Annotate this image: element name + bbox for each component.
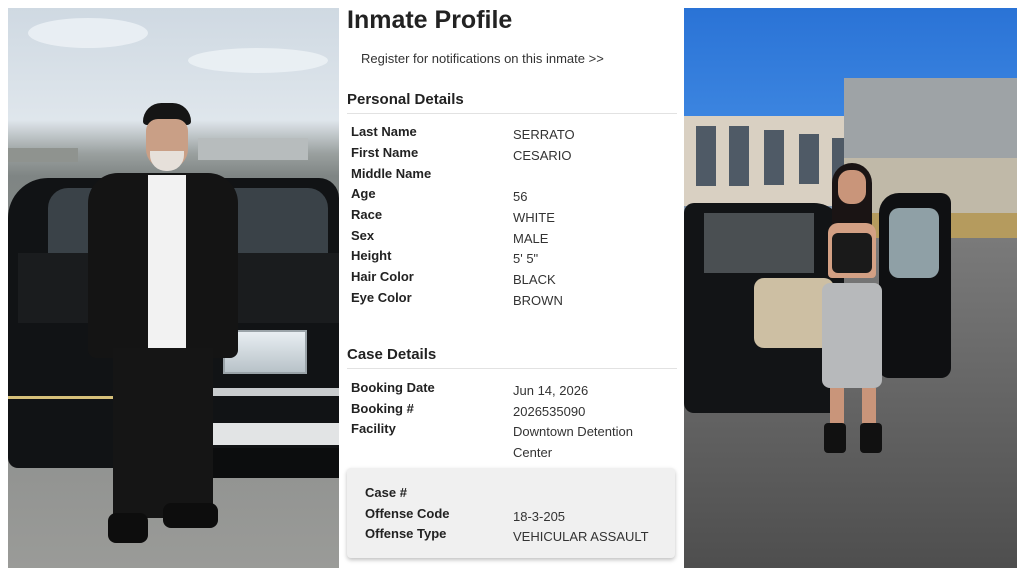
woman-figure [802, 158, 902, 458]
field-label: Booking Date [351, 380, 435, 395]
field-value: 5' 5" [513, 251, 539, 266]
field-value: 56 [513, 189, 528, 204]
field-case-number: Case # [365, 485, 685, 505]
left-photo-man-with-car [8, 8, 339, 568]
field-label: First Name [351, 145, 419, 160]
field-middle-name: Middle Name [351, 166, 671, 186]
field-value: SERRATO [513, 127, 575, 142]
field-height: Height 5' 5" [351, 248, 671, 268]
field-value: 2026535090 [513, 404, 586, 419]
field-value: Downtown Detention Center [513, 424, 633, 460]
field-age: Age 56 [351, 186, 671, 206]
field-value: CESARIO [513, 148, 572, 163]
field-last-name: Last Name SERRATO [351, 124, 671, 144]
field-label: Facility [351, 421, 396, 436]
field-value: BROWN [513, 293, 563, 308]
field-facility: Facility Downtown Detention Center [351, 421, 671, 463]
field-booking-number: Booking # 2026535090 [351, 401, 671, 421]
offense-box: Case # Offense Code 18-3-205 Offense Type… [347, 468, 675, 558]
personal-details-heading: Personal Details [347, 91, 677, 114]
field-value: BLACK [513, 272, 556, 287]
field-hair-color: Hair Color BLACK [351, 269, 671, 289]
field-offense-type: Offense Type VEHICULAR ASSAULT [365, 526, 685, 546]
field-booking-date: Booking Date Jun 14, 2026 [351, 380, 671, 400]
field-label: Last Name [351, 124, 417, 139]
field-label: Race [351, 207, 383, 222]
field-eye-color: Eye Color BROWN [351, 290, 671, 310]
field-label: Offense Type [365, 526, 447, 541]
field-offense-code: Offense Code 18-3-205 [365, 506, 685, 526]
field-label: Hair Color [351, 269, 414, 284]
field-label: Age [351, 186, 376, 201]
notifications-link[interactable]: Register for notifications on this inmat… [361, 51, 604, 66]
field-race: Race WHITE [351, 207, 671, 227]
page-title: Inmate Profile [347, 6, 513, 34]
man-figure [88, 103, 238, 553]
field-label: Height [351, 248, 392, 263]
field-label: Middle Name [351, 166, 432, 181]
field-value: Jun 14, 2026 [513, 383, 589, 398]
field-label: Booking # [351, 401, 414, 416]
field-label: Eye Color [351, 290, 412, 305]
field-label: Sex [351, 228, 375, 243]
right-photo-woman-with-car [684, 8, 1017, 568]
field-value: MALE [513, 231, 549, 246]
field-value: WHITE [513, 210, 555, 225]
field-label: Offense Code [365, 506, 450, 521]
field-sex: Sex MALE [351, 228, 671, 248]
field-label: Case # [365, 485, 407, 500]
case-details-heading: Case Details [347, 346, 677, 369]
field-first-name: First Name CESARIO [351, 145, 671, 165]
field-value: 18-3-205 [513, 509, 566, 524]
field-value: VEHICULAR ASSAULT [513, 529, 649, 544]
inmate-profile-panel: Inmate Profile Register for notification… [340, 0, 683, 576]
